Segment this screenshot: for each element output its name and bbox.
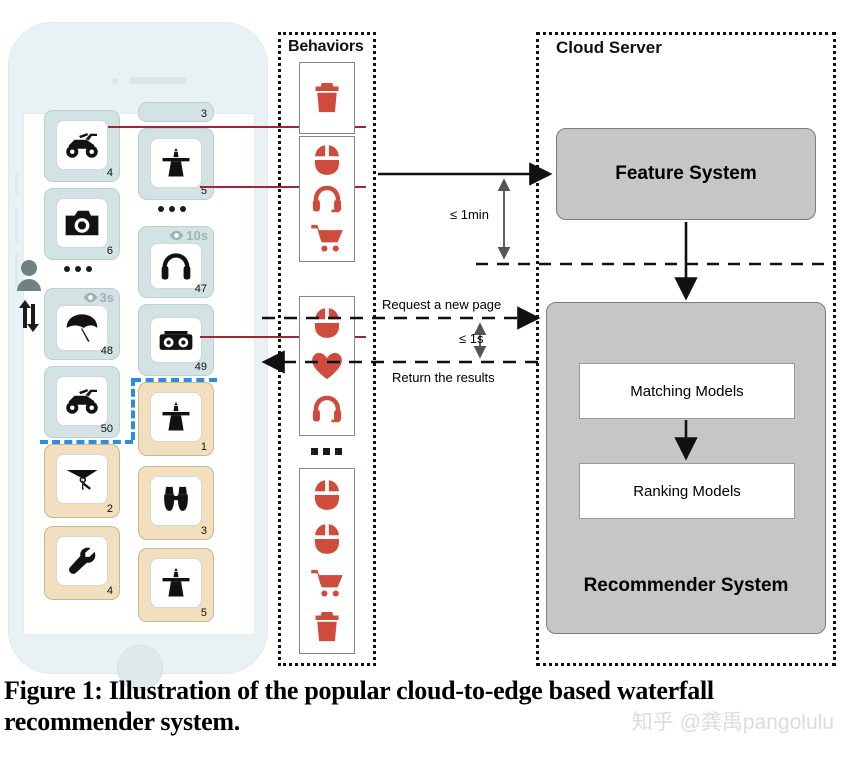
ellipsis-dots — [158, 206, 186, 212]
item-card-new[interactable]: 4 — [44, 526, 120, 600]
feature-system-label: Feature System — [615, 163, 757, 184]
dwell-time-label: 10s — [186, 228, 208, 243]
item-index: 49 — [194, 361, 207, 373]
item-card[interactable]: 3s 48 — [44, 288, 120, 360]
dwell-time-badge: 3s — [83, 290, 114, 305]
headset-icon — [310, 392, 344, 426]
request-new-page-label: Request a new page — [382, 297, 502, 312]
trash-icon — [310, 610, 344, 644]
shopping-cart-icon — [310, 221, 344, 255]
item-card[interactable]: 5 — [138, 128, 214, 200]
item-index: 50 — [100, 423, 113, 435]
latency-request-label: ≤ 1s — [459, 331, 484, 346]
lighthouse-icon — [150, 558, 202, 608]
item-card[interactable]: 4 — [44, 110, 120, 182]
hang-glider-icon — [56, 454, 108, 504]
item-index: 4 — [106, 585, 113, 597]
lighthouse-icon — [150, 138, 202, 188]
new-page-boundary-right — [131, 378, 135, 440]
mouse-click-icon — [310, 522, 344, 556]
dwell-time-badge: 10s — [169, 228, 208, 243]
mouse-click-icon — [310, 478, 344, 512]
behavior-group[interactable] — [299, 296, 355, 436]
lighthouse-icon — [150, 392, 202, 442]
feature-system-box[interactable]: Feature System — [556, 128, 816, 220]
recommender-system-box[interactable]: Matching Models Ranking Models Recommend… — [546, 302, 826, 634]
ellipsis-dots — [64, 266, 92, 272]
latency-upload-label: ≤ 1min — [450, 207, 489, 222]
binoculars-icon — [150, 476, 202, 526]
item-index: 1 — [200, 441, 207, 453]
trash-icon — [310, 81, 344, 115]
item-card[interactable]: 49 — [138, 304, 214, 376]
dwell-time-label: 3s — [99, 290, 114, 305]
item-card[interactable]: 10s 47 — [138, 226, 214, 298]
new-page-boundary-bottom — [40, 440, 133, 444]
item-index: 48 — [100, 345, 113, 357]
item-card-new[interactable]: 5 — [138, 548, 214, 622]
item-index: 47 — [194, 283, 207, 295]
mouse-click-icon — [310, 143, 344, 177]
headset-icon — [310, 182, 344, 216]
camera-icon — [56, 198, 108, 248]
boombox-icon — [150, 317, 202, 363]
item-index: 6 — [106, 245, 113, 257]
item-card-new[interactable]: 1 — [138, 382, 214, 456]
return-results-label: Return the results — [392, 370, 495, 385]
phone-volume-up-button — [15, 209, 18, 243]
heart-icon — [310, 349, 344, 383]
behavior-group[interactable] — [299, 62, 355, 134]
matching-models-box[interactable]: Matching Models — [579, 363, 795, 419]
item-card-new[interactable]: 2 — [44, 444, 120, 518]
behavior-group[interactable] — [299, 136, 355, 262]
item-index: 3 — [200, 108, 207, 120]
behavior-group[interactable] — [299, 468, 355, 654]
figure-root: 4 3 5 6 10s 47 3s 48 49 50 1 2 3 4 5 Beh… — [0, 0, 848, 762]
item-card-partial[interactable]: 3 — [138, 102, 214, 122]
item-index: 2 — [106, 503, 113, 515]
ranking-models-label: Ranking Models — [633, 482, 741, 500]
phone-speaker-icon — [129, 77, 187, 84]
item-index: 5 — [200, 607, 207, 619]
phone-mute-switch — [15, 173, 18, 195]
phone-camera-icon — [112, 78, 118, 84]
item-card[interactable]: 50 — [44, 366, 120, 438]
cloud-server-title: Cloud Server — [556, 38, 662, 57]
ellipsis-dots — [311, 448, 342, 455]
user-scroll-icon — [14, 258, 48, 342]
item-index: 4 — [106, 167, 113, 179]
new-page-boundary-top — [133, 378, 217, 382]
recommender-system-label: Recommender System — [583, 575, 789, 596]
quad-bike-icon — [56, 376, 108, 426]
quad-bike-icon — [56, 120, 108, 170]
behaviors-title: Behaviors — [288, 38, 364, 55]
watermark: 知乎 @龚禹pangolulu — [631, 711, 834, 734]
matching-models-label: Matching Models — [630, 382, 744, 400]
wrench-icon — [56, 536, 108, 586]
ranking-models-box[interactable]: Ranking Models — [579, 463, 795, 519]
shopping-cart-icon — [310, 566, 344, 600]
item-card-new[interactable]: 3 — [138, 466, 214, 540]
item-card[interactable]: 6 — [44, 188, 120, 260]
mouse-click-icon — [310, 306, 344, 340]
item-index: 3 — [200, 525, 207, 537]
